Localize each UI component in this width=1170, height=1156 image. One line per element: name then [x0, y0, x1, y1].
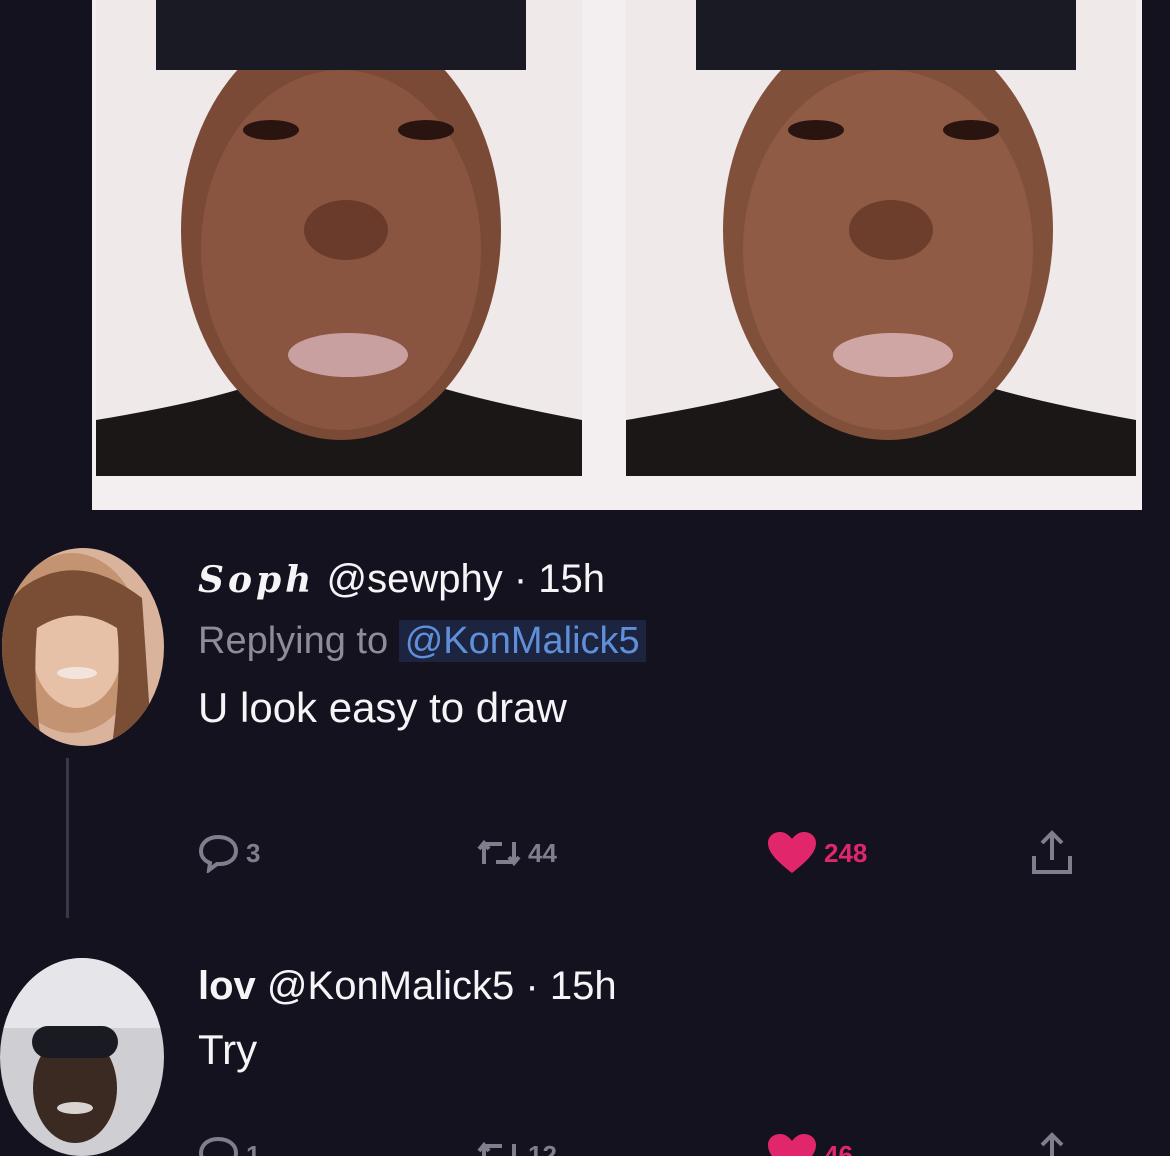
heart-icon — [768, 1134, 816, 1156]
tweet-header: Soph @sewphy · 15h — [198, 555, 646, 604]
user-handle[interactable]: @sewphy — [326, 557, 502, 601]
portrait-left-image — [96, 0, 582, 476]
like-button[interactable]: 248 — [766, 828, 867, 878]
media-photo-right[interactable] — [626, 0, 1136, 476]
reply-icon — [198, 834, 239, 873]
reply-icon — [198, 1136, 239, 1156]
avatar-lov-image — [0, 958, 164, 1156]
share-button[interactable] — [1030, 828, 1074, 878]
share-icon — [1040, 1132, 1064, 1156]
share-icon — [1032, 830, 1072, 874]
portrait-right-image — [626, 0, 1136, 476]
retweet-button[interactable]: 12 — [476, 1130, 557, 1156]
avatar-soph[interactable] — [2, 548, 164, 746]
separator-dot: · — [525, 964, 539, 1008]
tweet-text: U look easy to draw — [198, 684, 567, 731]
media-photo-left[interactable] — [96, 0, 582, 476]
display-name[interactable]: Soph — [198, 559, 315, 601]
tweet-text: Try — [198, 1026, 258, 1073]
replying-to-line: Replying to @KonMalick5 — [198, 618, 646, 664]
retweet-icon — [477, 839, 521, 867]
tweet-time[interactable]: 15h — [550, 964, 617, 1008]
reply-count: 1 — [246, 1139, 261, 1156]
display-name[interactable]: lov — [198, 964, 256, 1008]
retweet-count: 12 — [528, 1139, 557, 1156]
like-button[interactable]: 46 — [766, 1130, 853, 1156]
retweet-count: 44 — [528, 837, 557, 868]
avatar-soph-image — [2, 548, 164, 746]
reply-button[interactable]: 3 — [198, 828, 260, 878]
tweet-actions: 1 12 46 — [198, 1130, 1098, 1156]
retweet-button[interactable]: 44 — [476, 828, 557, 878]
reply-count: 3 — [246, 837, 261, 868]
tweet-lov[interactable]: lov @KonMalick5 · 15h Try — [198, 962, 617, 1076]
tweet-media[interactable] — [92, 0, 1142, 510]
heart-icon — [768, 832, 816, 873]
like-count: 248 — [824, 837, 868, 868]
share-button[interactable] — [1030, 1130, 1074, 1156]
user-handle[interactable]: @KonMalick5 — [267, 964, 514, 1008]
like-count: 46 — [824, 1139, 853, 1156]
separator-dot: · — [513, 557, 528, 601]
replying-to-mention[interactable]: @KonMalick5 — [398, 620, 646, 662]
tweet-soph[interactable]: Soph @sewphy · 15h Replying to @KonMalic… — [198, 555, 646, 734]
thread-connector-line — [66, 758, 69, 918]
avatar-lov[interactable] — [0, 958, 164, 1156]
tweet-time[interactable]: 15h — [538, 557, 605, 601]
tweet-actions: 3 44 248 — [198, 828, 1098, 878]
retweet-icon — [477, 1141, 516, 1156]
tweet-header: lov @KonMalick5 · 15h — [198, 962, 617, 1010]
replying-to-label: Replying to — [198, 620, 389, 662]
reply-button[interactable]: 1 — [198, 1130, 260, 1156]
